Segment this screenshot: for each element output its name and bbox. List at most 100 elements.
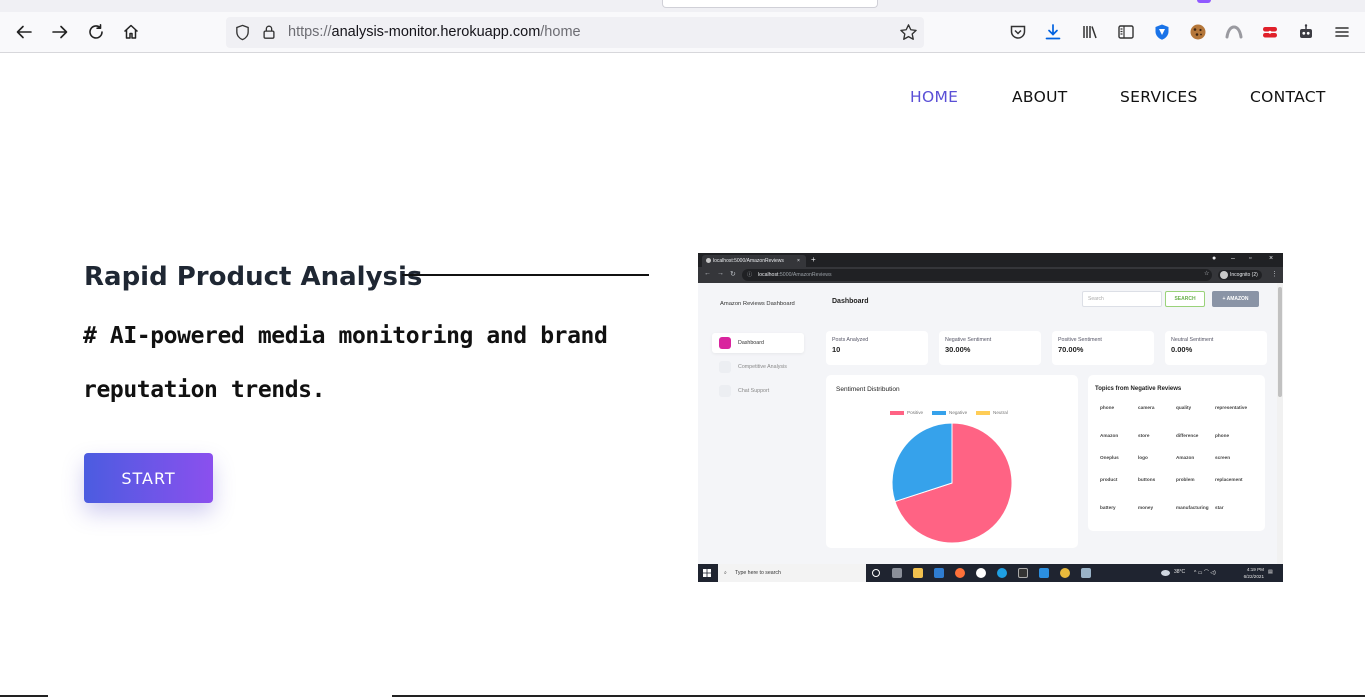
topic-word: manufacturing [1176,505,1209,510]
library-icon[interactable] [1078,20,1102,44]
preview-taskbar: ⌕ Type here to search 38°C ^ ▭ ⌒ ◁) 4:19… [698,564,1283,582]
legend-swatch [932,410,946,415]
home-icon[interactable] [119,20,143,44]
topic-word: problem [1176,477,1195,482]
preview-menu-competitive: Competitive Analysis [712,357,804,377]
legend-swatch [976,410,990,415]
preview-menu-dashboard: Dashboard [712,333,804,353]
mail-icon [934,568,944,578]
download-icon[interactable] [1041,20,1065,44]
preview-stat-value: 30.00% [945,345,971,354]
preview-stat-label: Negative Sentiment [945,337,992,343]
topic-word: store [1138,433,1150,438]
preview-tabbar: localhost:5000/AmazonReviews × + ● – ▫ × [698,253,1283,267]
preview-info-icon: ⓘ [747,272,753,278]
preview-tab-label: localhost:5000/AmazonReviews [713,258,784,264]
preview-dashboard-icon [719,337,731,349]
forward-icon[interactable] [48,20,72,44]
weather-icon [1161,570,1170,576]
preview-menu-label: Chat Support [738,388,770,394]
preview-amazon-button: + AMAZON [1212,291,1259,307]
preview-taskbar-search-text: Type here to search [735,570,781,576]
preview-competitive-icon [719,361,731,373]
nav-contact-link[interactable]: CONTACT [1250,88,1326,106]
preview-new-tab-icon: + [811,255,816,264]
back-icon[interactable] [12,20,36,44]
pocket-icon[interactable] [1006,20,1030,44]
legend-label: Negative [949,410,968,415]
topic-word: logo [1138,455,1148,460]
preview-stat-value: 70.00% [1058,345,1084,354]
nav-home-link[interactable]: HOME [910,88,958,106]
preview-page-title: Dashboard [832,298,869,305]
preview-close-icon: × [1269,255,1274,262]
topic-word: Amazon [1176,455,1195,460]
preview-stat-value: 10 [832,345,841,354]
preview-kebab-icon: ⋮ [1271,271,1278,278]
sidebar-icon[interactable] [1114,20,1138,44]
url-bar[interactable]: https://analysis-monitor.herokuapp.com/h… [226,17,924,48]
shield-icon[interactable] [234,24,251,41]
preview-url-host: localhost [758,272,779,278]
preview-sidebar-title: Amazon Reviews Dashboard [720,301,795,307]
preview-stat-label: Neutral Sentiment [1171,337,1214,343]
preview-url: ⓘ localhost:5000/AmazonReviews [742,269,1212,281]
topic-word: quality [1176,405,1192,410]
preview-topics-card: Topics from Negative Reviews phone camera… [1088,375,1265,531]
preview-stat-label: Positive Sentiment [1058,337,1102,343]
topic-word: star [1215,505,1224,510]
chrome-icon [1060,568,1070,578]
preview-topics-title: Topics from Negative Reviews [1095,386,1182,392]
preview-date: 6/22/2021 [1243,574,1264,579]
nav-about-link[interactable]: ABOUT [1012,88,1067,106]
preview-forward-icon: → [717,270,724,277]
topic-word: phone [1100,405,1115,410]
preview-url-rest: :5000/AmazonReviews [778,272,832,278]
file-explorer-icon [913,568,923,578]
start-button[interactable]: START [84,453,213,503]
lock-icon[interactable] [261,24,277,40]
preview-legend-positive: Positive [890,410,923,415]
browser-toolbar: https://analysis-monitor.herokuapp.com/h… [0,12,1365,53]
preview-tab: localhost:5000/AmazonReviews × [702,255,806,267]
cookie-extension-icon[interactable] [1186,20,1210,44]
notification-icon: ▤ [1268,569,1273,575]
topic-word: Amazon [1100,433,1119,438]
preview-search-icon: ⌕ [724,570,727,576]
preview-chat-icon [719,385,731,397]
legend-swatch [890,410,904,415]
menu-icon[interactable] [1330,20,1354,44]
nav-services-link[interactable]: SERVICES [1120,88,1198,106]
legend-label: Positive [907,410,924,415]
hero-title-divider [402,274,649,276]
hero-subtitle: # AI-powered media monitoring and brand … [83,318,643,426]
app-icon [1081,568,1091,578]
task-view-icon [892,568,902,578]
browser-active-tab[interactable] [662,0,878,8]
preview-star-icon: ☆ [1204,271,1210,277]
bookmark-star-icon[interactable] [899,23,918,42]
preview-sentiment-pie [891,422,1013,544]
robot-extension-icon[interactable] [1294,20,1318,44]
topic-word: battery [1100,505,1116,510]
terminal-icon [1018,568,1028,578]
edge-icon [997,568,1007,578]
topic-word: phone [1215,433,1230,438]
firefox-account-icon[interactable] [1222,20,1246,44]
preview-temperature: 38°C [1174,569,1186,575]
reload-icon[interactable] [84,20,108,44]
preview-menu-label: Dashboard [738,340,764,346]
topic-word: buttons [1138,477,1156,482]
url-text[interactable]: https://analysis-monitor.herokuapp.com/h… [288,24,581,40]
topic-word: money [1138,505,1154,510]
extension-red-icon[interactable] [1258,20,1282,44]
preview-tab-favicon [706,258,711,263]
firefox-taskbar-icon [955,568,965,578]
preview-search-button: SEARCH [1165,291,1205,307]
hero-title: Rapid Product Analysis [84,262,423,292]
preview-back-icon: ← [704,270,711,277]
preview-addressbar: ← → ↻ ⓘ localhost:5000/AmazonReviews ☆ I… [698,267,1283,283]
vpn-extension-icon[interactable] [1150,20,1174,44]
url-scheme: https:// [288,24,332,40]
github-icon [976,568,986,578]
